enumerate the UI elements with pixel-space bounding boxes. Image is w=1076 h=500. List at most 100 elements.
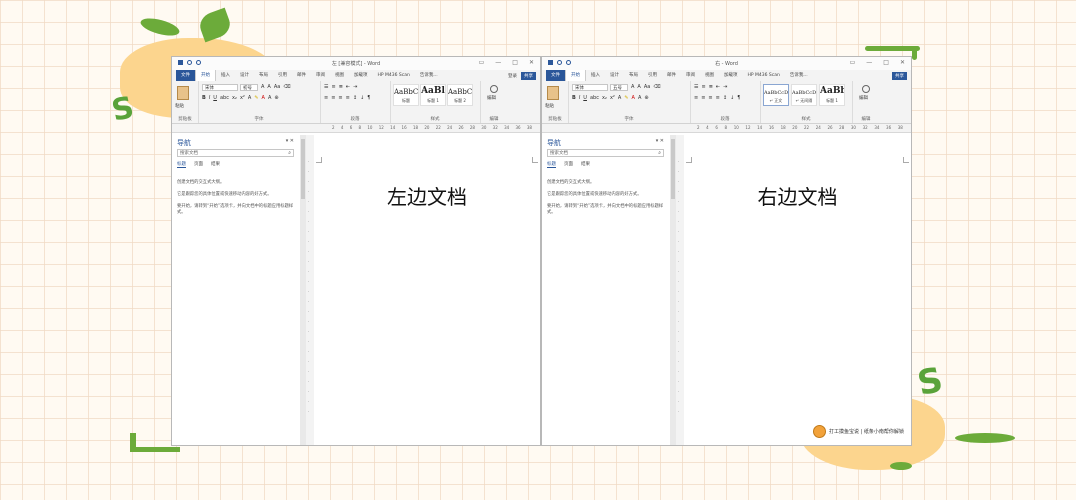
line-spacing-icon[interactable]: ↕	[353, 95, 357, 101]
grow-font-icon[interactable]: A	[631, 84, 634, 90]
align-right-icon[interactable]: ≡	[708, 95, 712, 101]
decrease-indent-icon[interactable]: ⇤	[346, 84, 350, 90]
grow-font-icon[interactable]: A	[261, 84, 264, 90]
increase-indent-icon[interactable]: ⇥	[723, 84, 727, 90]
change-case-icon[interactable]: Aa	[274, 84, 280, 90]
italic-icon[interactable]: I	[579, 95, 580, 101]
superscript-icon[interactable]: x²	[610, 95, 615, 101]
shrink-font-icon[interactable]: A	[267, 84, 270, 90]
paste-icon[interactable]	[547, 86, 559, 100]
bullets-icon[interactable]: ☰	[694, 84, 698, 90]
style-card[interactable]: AaBbC 标题 2	[447, 84, 473, 106]
tab-references[interactable]: 引用	[643, 70, 662, 81]
clear-format-icon[interactable]: ⌫	[653, 84, 660, 90]
tab-addins[interactable]: 加载项	[719, 70, 743, 81]
subscript-icon[interactable]: x₂	[602, 95, 607, 101]
style-card[interactable]: AaBl 标题 1	[420, 84, 446, 106]
editing-button[interactable]: 编辑	[487, 95, 496, 101]
tab-insert[interactable]: 插入	[216, 70, 235, 81]
maximize-icon[interactable]: □	[883, 59, 889, 66]
nav-tab-pages[interactable]: 页面	[194, 161, 203, 168]
tab-review[interactable]: 审阅	[311, 70, 330, 81]
highlight-icon[interactable]: ✎	[254, 95, 258, 101]
login-link[interactable]: 登录	[508, 73, 517, 79]
nav-search-input[interactable]: 搜索文档 ⌕	[547, 149, 664, 157]
tab-references[interactable]: 引用	[273, 70, 292, 81]
bold-icon[interactable]: B	[572, 95, 576, 101]
strikethrough-icon[interactable]: abc	[590, 95, 599, 101]
tab-design[interactable]: 设计	[235, 70, 254, 81]
bullets-icon[interactable]: ☰	[324, 84, 328, 90]
close-icon[interactable]: ✕	[529, 59, 534, 66]
paste-icon[interactable]	[177, 86, 189, 100]
clear-format-icon[interactable]: ⌫	[283, 84, 290, 90]
ribbon-display-icon[interactable]: ▭	[850, 59, 856, 66]
tab-mailings[interactable]: 邮件	[662, 70, 681, 81]
align-right-icon[interactable]: ≡	[338, 95, 342, 101]
tab-mailings[interactable]: 邮件	[292, 70, 311, 81]
enclose-char-icon[interactable]: ⊕	[274, 95, 278, 101]
superscript-icon[interactable]: x²	[240, 95, 245, 101]
nav-tab-results[interactable]: 结果	[581, 161, 590, 168]
enclose-char-icon[interactable]: ⊕	[644, 95, 648, 101]
sort-icon[interactable]: ↓	[360, 95, 364, 101]
numbering-icon[interactable]: ≡	[331, 84, 335, 90]
tab-view[interactable]: 视图	[700, 70, 719, 81]
paste-label[interactable]: 粘贴	[545, 103, 554, 109]
font-name-dropdown[interactable]: 宋体	[572, 84, 608, 91]
paste-label[interactable]: 粘贴	[175, 103, 184, 109]
nav-tab-results[interactable]: 结果	[211, 161, 220, 168]
tell-me-search[interactable]: 告诉我...	[785, 70, 813, 81]
subscript-icon[interactable]: x₂	[232, 95, 237, 101]
tell-me-search[interactable]: 告诉我...	[415, 70, 443, 81]
decrease-indent-icon[interactable]: ⇤	[716, 84, 720, 90]
font-size-dropdown[interactable]: 初号	[240, 84, 258, 91]
align-center-icon[interactable]: ≡	[331, 95, 335, 101]
tab-addins[interactable]: 加载项	[349, 70, 373, 81]
style-card[interactable]: AaBbCcDd ↵ 正文	[763, 84, 789, 106]
style-card[interactable]: AaBbC 标题	[393, 84, 419, 106]
document-page[interactable]: 左边文档	[314, 135, 540, 445]
nav-close-icon[interactable]: ▾ ✕	[286, 138, 294, 144]
share-button[interactable]: 共享	[892, 71, 907, 80]
tab-home[interactable]: 开始	[565, 70, 586, 81]
font-name-dropdown[interactable]: 宋体	[202, 84, 238, 91]
find-icon[interactable]	[490, 85, 498, 93]
align-left-icon[interactable]: ≡	[324, 95, 328, 101]
share-button[interactable]: 共享	[521, 71, 536, 80]
search-icon[interactable]: ⌕	[658, 150, 661, 157]
font-size-dropdown[interactable]: 五号	[610, 84, 628, 91]
increase-indent-icon[interactable]: ⇥	[353, 84, 357, 90]
nav-close-icon[interactable]: ▾ ✕	[656, 138, 664, 144]
maximize-icon[interactable]: □	[512, 59, 518, 66]
tab-layout[interactable]: 布局	[624, 70, 643, 81]
char-shading-icon[interactable]: A	[638, 95, 641, 101]
tab-hp-scan[interactable]: HP M436 Scan	[373, 70, 415, 81]
text-effects-icon[interactable]: A	[618, 95, 621, 101]
document-text[interactable]: 右边文档	[684, 181, 911, 210]
multilevel-icon[interactable]: ≣	[709, 84, 713, 90]
scroll-thumb[interactable]	[671, 139, 675, 199]
strikethrough-icon[interactable]: abc	[220, 95, 229, 101]
show-marks-icon[interactable]: ¶	[737, 95, 740, 101]
numbering-icon[interactable]: ≡	[701, 84, 705, 90]
shrink-font-icon[interactable]: A	[637, 84, 640, 90]
highlight-icon[interactable]: ✎	[624, 95, 628, 101]
justify-icon[interactable]: ≡	[346, 95, 350, 101]
tab-view[interactable]: 视图	[330, 70, 349, 81]
char-shading-icon[interactable]: A	[268, 95, 271, 101]
nav-search-input[interactable]: 搜索文档 ⌕	[177, 149, 294, 157]
tab-home[interactable]: 开始	[195, 70, 216, 81]
justify-icon[interactable]: ≡	[716, 95, 720, 101]
close-icon[interactable]: ✕	[900, 59, 905, 66]
tab-file[interactable]: 文件	[176, 70, 195, 81]
font-color-icon[interactable]: A	[262, 95, 265, 101]
document-page[interactable]: 右边文档	[684, 135, 911, 445]
ribbon-display-icon[interactable]: ▭	[479, 59, 485, 66]
show-marks-icon[interactable]: ¶	[367, 95, 370, 101]
minimize-icon[interactable]: —	[495, 59, 501, 66]
sort-icon[interactable]: ↓	[730, 95, 734, 101]
search-icon[interactable]: ⌕	[288, 150, 291, 157]
scroll-thumb[interactable]	[301, 139, 305, 199]
align-center-icon[interactable]: ≡	[701, 95, 705, 101]
